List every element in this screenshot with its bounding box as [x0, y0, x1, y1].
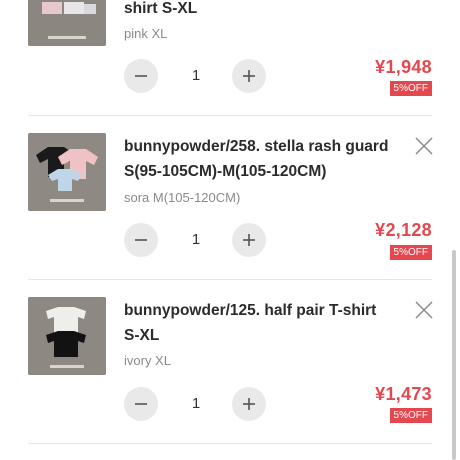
rash-guard-product-photo	[28, 133, 106, 211]
quantity-increase-button[interactable]	[232, 223, 266, 257]
pink-shirts-product-photo	[28, 0, 106, 46]
quantity-decrease-button[interactable]	[124, 223, 158, 257]
product-variant: sora M(105-120CM)	[124, 190, 241, 205]
quantity-decrease-button[interactable]	[124, 59, 158, 93]
minus-icon	[135, 75, 147, 77]
product-price: ¥1,473	[375, 384, 432, 404]
product-image[interactable]	[28, 133, 106, 211]
product-title[interactable]: shirt S-XL	[124, 0, 394, 21]
quantity-increase-button[interactable]	[232, 59, 266, 93]
discount-badge: 5%OFF	[389, 408, 432, 423]
quantity-decrease-button[interactable]	[124, 387, 158, 421]
product-title[interactable]: bunnypowder/258. stella rash guard S(95-…	[124, 134, 394, 184]
divider	[28, 115, 432, 116]
product-price: ¥2,128	[375, 220, 432, 240]
plus-icon	[243, 398, 255, 410]
close-icon	[415, 137, 433, 155]
remove-item-button[interactable]	[413, 299, 435, 321]
product-title[interactable]: bunnypowder/125. half pair T-shirt S-XL	[124, 298, 394, 348]
product-image[interactable]	[28, 297, 106, 375]
plus-icon	[243, 70, 255, 82]
product-image[interactable]	[28, 0, 106, 46]
product-variant: ivory XL	[124, 353, 171, 368]
quantity-increase-button[interactable]	[232, 387, 266, 421]
discount-badge: 5%OFF	[389, 81, 432, 96]
discount-badge: 5%OFF	[389, 245, 432, 260]
quantity-value: 1	[191, 67, 201, 84]
tshirt-product-photo	[28, 297, 106, 375]
product-price: ¥1,948	[375, 57, 432, 77]
close-icon	[415, 301, 433, 319]
minus-icon	[135, 239, 147, 241]
product-variant: pink XL	[124, 26, 168, 41]
divider	[28, 279, 432, 280]
remove-item-button[interactable]	[413, 135, 435, 157]
minus-icon	[135, 403, 147, 405]
divider	[28, 443, 432, 444]
quantity-value: 1	[191, 395, 201, 412]
scrollbar[interactable]	[452, 250, 456, 460]
quantity-value: 1	[191, 231, 201, 248]
plus-icon	[243, 234, 255, 246]
